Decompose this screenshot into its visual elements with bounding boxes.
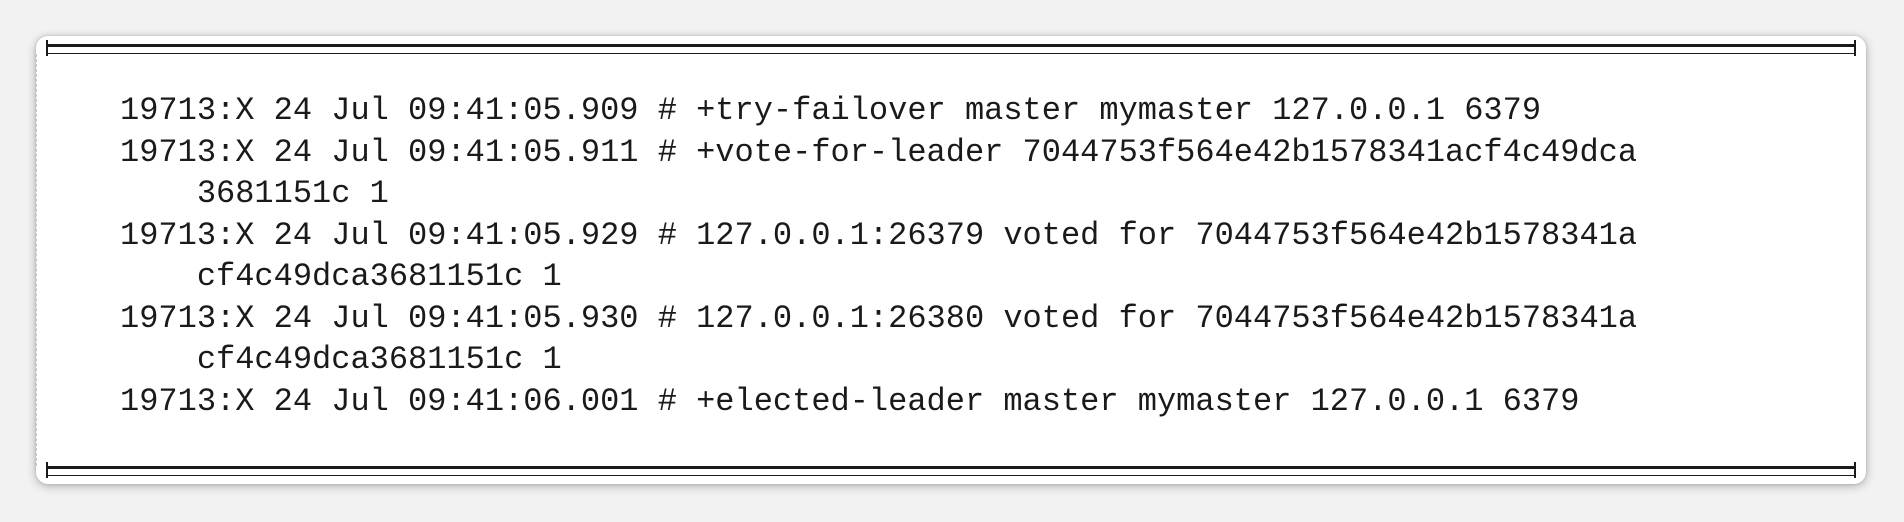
log-line: 19713:X 24 Jul 09:41:06.001 # +elected-l… [120,382,1580,420]
log-line-continuation: cf4c49dca3681151c 1 [120,341,562,378]
code-block: 19713:X 24 Jul 09:41:05.909 # +try-failo… [36,36,1866,484]
log-line: 19713:X 24 Jul 09:41:05.909 # +try-failo… [120,92,1542,129]
log-output: 19713:X 24 Jul 09:41:05.909 # +try-failo… [120,90,1637,422]
log-line: 19713:X 24 Jul 09:41:05.929 # 127.0.0.1:… [120,216,1638,254]
top-rule [46,40,1856,56]
log-line: 19713:X 24 Jul 09:41:05.930 # 127.0.0.1:… [120,299,1638,337]
bottom-rule [46,462,1856,478]
log-line: 19713:X 24 Jul 09:41:05.911 # +vote-for-… [120,133,1638,171]
left-border [36,54,37,466]
log-line-continuation: cf4c49dca3681151c 1 [120,258,562,295]
log-line-continuation: 3681151c 1 [120,175,389,212]
